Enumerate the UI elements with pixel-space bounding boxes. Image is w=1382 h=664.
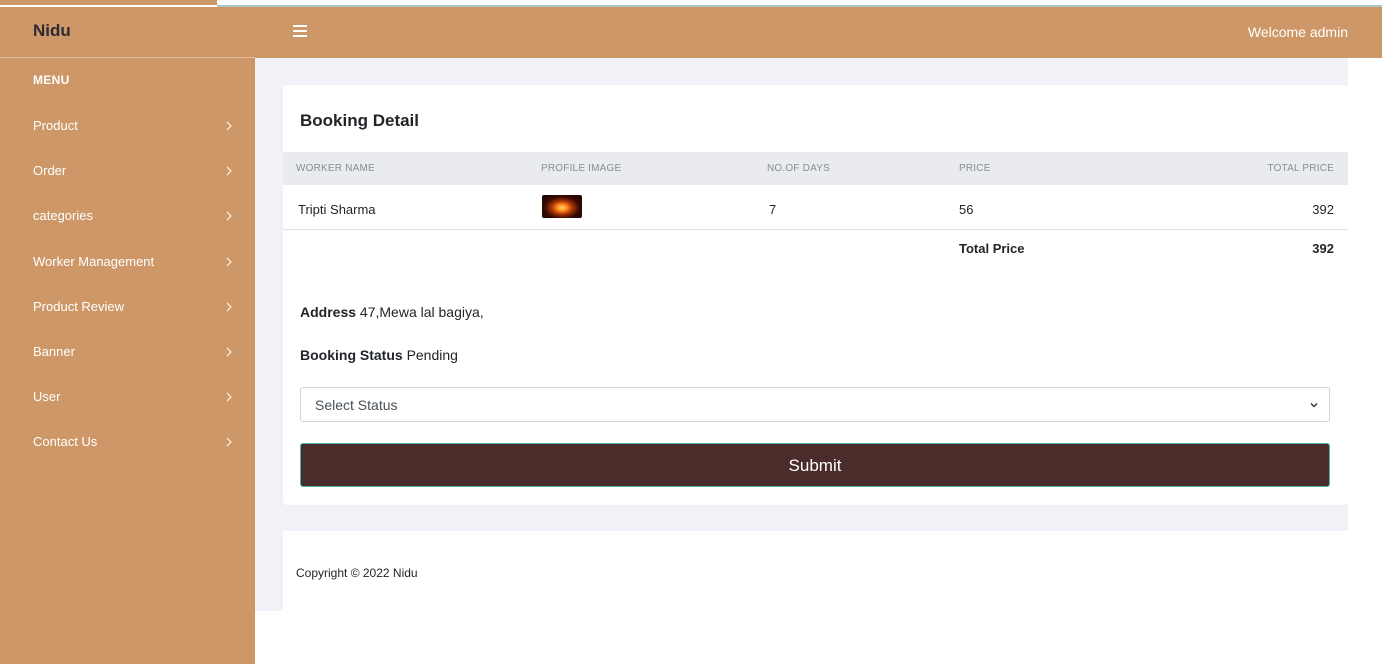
column-header-profile-image: PROFILE IMAGE xyxy=(541,163,622,174)
profile-image-thumbnail xyxy=(542,195,582,218)
chevron-down-icon xyxy=(1310,402,1318,408)
copyright-text: Copyright © 2022 Nidu xyxy=(296,566,418,580)
status-select[interactable]: Select Status xyxy=(300,387,1330,422)
column-header-days: NO.OF DAYS xyxy=(767,163,830,174)
cell-days: 7 xyxy=(769,202,777,217)
address-label: Address xyxy=(300,304,357,320)
chevron-right-icon xyxy=(226,257,232,267)
sidebar-item-label: categories xyxy=(33,208,93,223)
total-price-value: 392 xyxy=(1312,241,1334,256)
booking-detail-card: Booking Detail WORKER NAME PROFILE IMAGE… xyxy=(283,85,1348,505)
column-header-total-price: TOTAL PRICE xyxy=(1267,163,1334,174)
top-accent-bar xyxy=(0,0,217,5)
sidebar: MENU Product Order categories Worker Man… xyxy=(0,58,255,664)
chevron-right-icon xyxy=(226,121,232,131)
sidebar-item-order[interactable]: Order xyxy=(0,155,255,187)
top-header: Nidu Welcome admin xyxy=(0,7,1382,58)
cell-price: 56 xyxy=(959,202,974,217)
hamburger-icon[interactable] xyxy=(293,22,307,40)
chevron-right-icon xyxy=(226,211,232,221)
content-right-gutter xyxy=(1348,58,1382,611)
cell-total-price: 392 xyxy=(1312,202,1334,217)
booking-status-line: Booking Status Pending xyxy=(300,347,458,363)
submit-button[interactable]: Submit xyxy=(300,443,1330,487)
sidebar-item-label: User xyxy=(33,389,61,404)
sidebar-item-label: Order xyxy=(33,163,67,178)
booking-status-value: Pending xyxy=(406,347,458,363)
address-line: Address 47,Mewa lal bagiya, xyxy=(300,304,484,320)
sidebar-item-categories[interactable]: categories xyxy=(0,200,255,232)
total-price-label: Total Price xyxy=(959,241,1025,256)
sidebar-item-product-review[interactable]: Product Review xyxy=(0,291,255,323)
address-value: 47,Mewa lal bagiya, xyxy=(359,304,484,320)
menu-title: MENU xyxy=(33,73,70,87)
sidebar-item-contact-us[interactable]: Contact Us xyxy=(0,426,255,458)
chevron-right-icon xyxy=(226,392,232,402)
card-title: Booking Detail xyxy=(300,111,420,130)
sidebar-item-worker-management[interactable]: Worker Management xyxy=(0,246,255,278)
booking-status-label: Booking Status xyxy=(300,347,403,363)
cell-worker-name: Tripti Sharma xyxy=(298,202,376,217)
brand-logo-text[interactable]: Nidu xyxy=(33,21,71,41)
table-row: Tripti Sharma 7 56 392 xyxy=(283,185,1348,230)
sidebar-item-label: Product xyxy=(33,118,78,133)
table-header: WORKER NAME PROFILE IMAGE NO.OF DAYS PRI… xyxy=(283,152,1348,185)
sidebar-item-label: Contact Us xyxy=(33,434,98,449)
chevron-right-icon xyxy=(226,437,232,447)
sidebar-item-label: Banner xyxy=(33,344,75,359)
chevron-right-icon xyxy=(226,166,232,176)
submit-button-label: Submit xyxy=(788,456,842,475)
welcome-text[interactable]: Welcome admin xyxy=(1248,24,1348,40)
chevron-right-icon xyxy=(226,347,232,357)
chevron-right-icon xyxy=(226,302,232,312)
sidebar-item-banner[interactable]: Banner xyxy=(0,336,255,368)
footer: Copyright © 2022 Nidu xyxy=(283,531,1348,611)
sidebar-item-user[interactable]: User xyxy=(0,381,255,413)
column-header-worker-name: WORKER NAME xyxy=(296,163,375,174)
sidebar-item-label: Product Review xyxy=(33,299,125,314)
column-header-price: PRICE xyxy=(959,163,991,174)
status-select-value: Select Status xyxy=(315,397,398,413)
table-total-row: Total Price 392 xyxy=(283,231,1348,276)
sidebar-item-product[interactable]: Product xyxy=(0,110,255,142)
sidebar-item-label: Worker Management xyxy=(33,254,155,269)
